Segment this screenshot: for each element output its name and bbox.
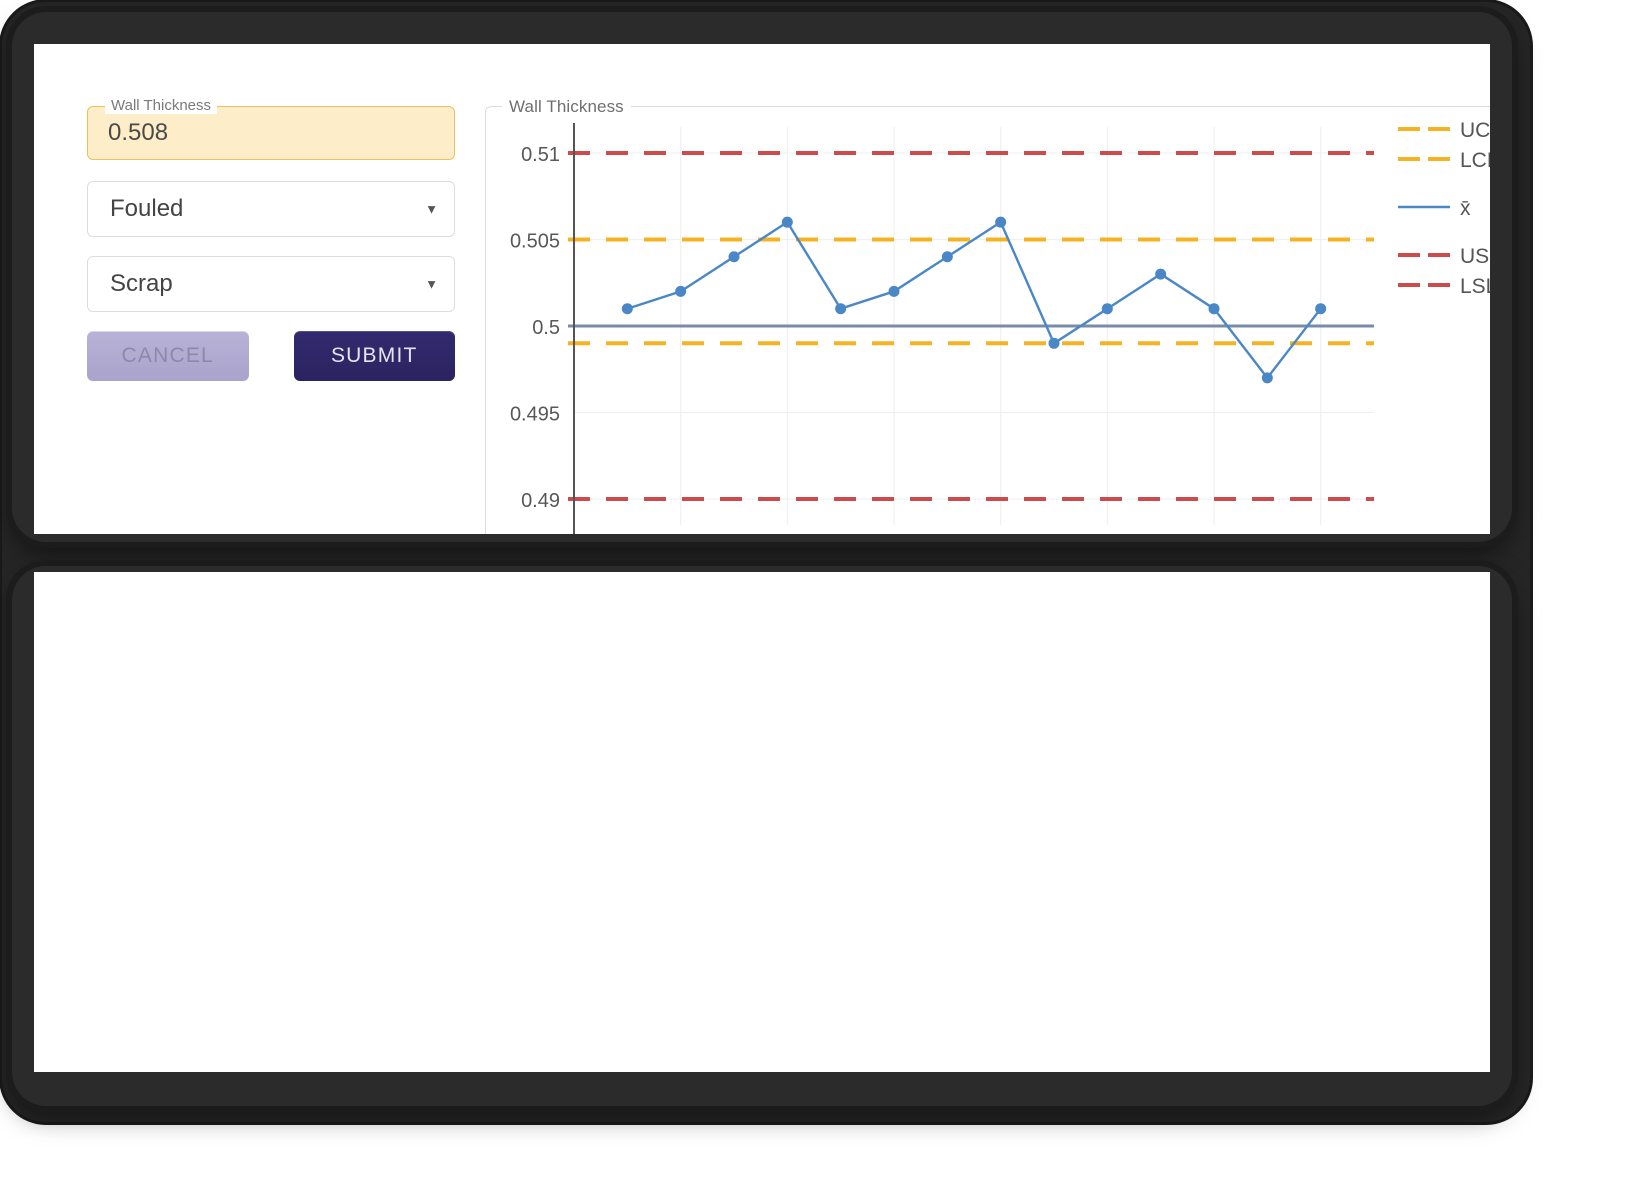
bottom-panel: Visual PerfectDent✔PunctureWarp Visual 0… [34, 572, 1490, 1072]
disposition-select[interactable]: Scrap ▼ [87, 256, 455, 312]
legend-label: UCL [1460, 119, 1490, 142]
wall-thickness-label: Wall Thickness [105, 97, 218, 114]
condition-select-value: Fouled [110, 195, 184, 222]
y-axis-tick-label: 0.5 [532, 317, 560, 339]
legend-label: LSL [1460, 275, 1490, 298]
series-point [1208, 303, 1220, 315]
series-point [781, 216, 793, 228]
series-line-xbar [626, 220, 1322, 380]
series-point [1048, 337, 1060, 349]
series-point [1101, 303, 1113, 315]
wall-thickness-chart-panel: Wall Thickness 0.490.4950.50.5050.510246… [485, 97, 1490, 534]
legend-label: x̄ [1460, 197, 1471, 220]
legend-label: USL [1460, 245, 1490, 268]
disposition-select-value: Scrap [110, 270, 173, 297]
entry-form: Wall Thickness 0.508 Fouled ▼ Scrap ▼ CA… [87, 97, 455, 381]
series-point [941, 251, 953, 263]
app-root: Wall Thickness 0.508 Fouled ▼ Scrap ▼ CA… [0, 0, 1630, 1185]
chevron-down-icon: ▼ [425, 276, 438, 292]
series-point [675, 285, 687, 297]
wall-thickness-field[interactable]: Wall Thickness 0.508 [87, 97, 455, 160]
top-panel: Wall Thickness 0.508 Fouled ▼ Scrap ▼ CA… [34, 44, 1490, 534]
series-point [888, 285, 900, 297]
wall-thickness-value: 0.508 [108, 119, 169, 146]
control-chart: 0.490.4950.50.5050.5102468101214UCLLCLx̄… [510, 119, 1490, 534]
series-point [1155, 268, 1167, 280]
form-actions: CANCEL SUBMIT [87, 331, 455, 381]
series-point [621, 303, 633, 315]
y-axis-tick-label: 0.495 [510, 404, 560, 426]
cancel-button[interactable]: CANCEL [87, 331, 249, 381]
submit-button[interactable]: SUBMIT [293, 331, 455, 381]
series-point [728, 251, 740, 263]
series-point [1315, 303, 1327, 315]
series-point [1261, 372, 1273, 384]
series-point [835, 303, 847, 315]
legend-label: LCL [1460, 149, 1490, 172]
y-axis-tick-label: 0.51 [521, 144, 560, 166]
chevron-down-icon: ▼ [425, 201, 438, 217]
series-point [995, 216, 1007, 228]
condition-select[interactable]: Fouled ▼ [87, 181, 455, 237]
y-axis-tick-label: 0.505 [510, 230, 560, 252]
y-axis-tick-label: 0.49 [521, 490, 560, 512]
